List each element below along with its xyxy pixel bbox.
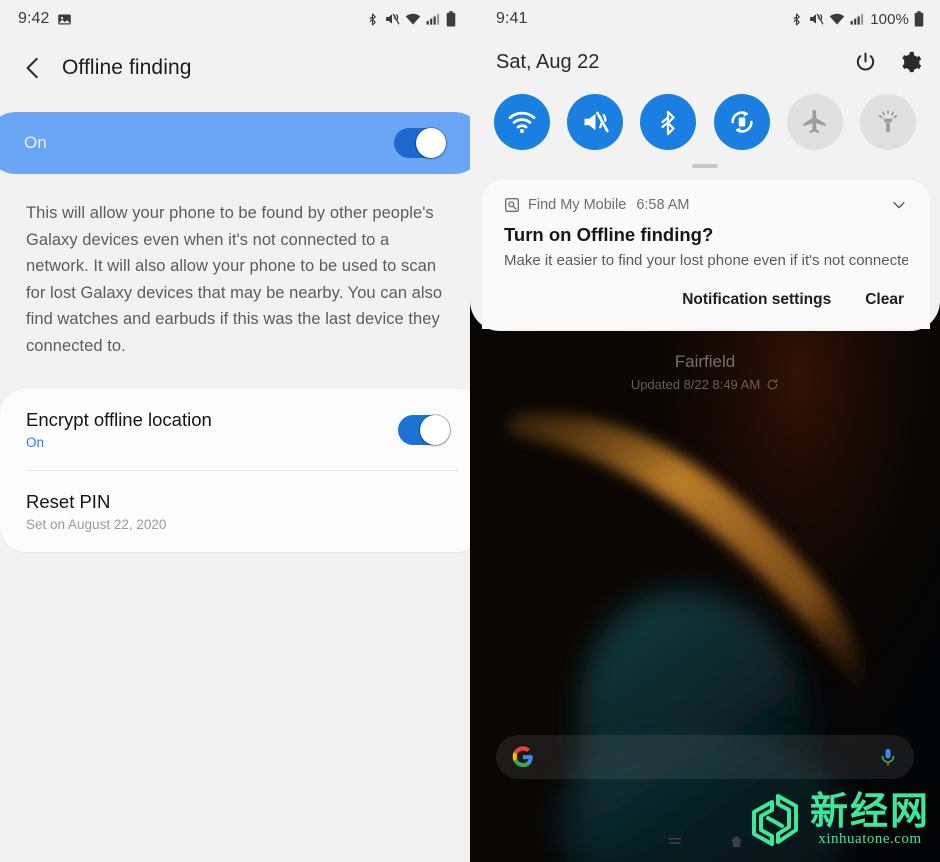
wifi-icon — [508, 111, 536, 134]
image-icon — [57, 14, 71, 24]
weather-updated: Updated 8/22 8:49 AM — [631, 377, 779, 392]
quick-settings-panel: 9:41 100% Sat, Aug 22 Find My Mobile 6:5… — [470, 0, 940, 331]
date-label: Sat, Aug 22 — [496, 50, 600, 73]
wifi-icon — [830, 13, 845, 25]
quick-toggle-airplane-mode[interactable] — [786, 94, 843, 150]
signal-icon — [426, 14, 440, 25]
find-my-mobile-icon — [505, 198, 519, 212]
signal-icon — [850, 14, 864, 25]
quick-toggle-sound-mute[interactable] — [567, 94, 624, 150]
google-search-bar[interactable] — [496, 735, 914, 779]
mute-vibrate-icon — [810, 13, 824, 25]
watermark-text: 新经网 xinhuatone.com — [810, 791, 930, 848]
rotate-icon — [730, 111, 753, 133]
back-arrow-icon[interactable] — [20, 55, 46, 81]
notification-find-my-mobile[interactable]: Find My Mobile 6:58 AM Turn on Offline f… — [482, 196, 930, 269]
battery-percent-label: 100% — [870, 10, 909, 28]
switch-knob — [416, 128, 446, 158]
home-icon[interactable] — [729, 834, 744, 849]
wifi-icon — [405, 13, 421, 25]
setting-subtitle: Set on August 22, 2020 — [26, 517, 167, 532]
notification-sheet: Find My Mobile 6:58 AM Turn on Offline f… — [482, 180, 930, 329]
notification-time: 6:58 AM — [636, 197, 690, 213]
offline-finding-description: This will allow your phone to be found b… — [26, 204, 443, 355]
weather-widget[interactable]: Fairfield Updated 8/22 8:49 AM — [470, 352, 940, 394]
setting-title: Reset PIN — [26, 491, 111, 512]
watermark-logo-icon — [751, 793, 798, 846]
quick-toggle-flashlight[interactable] — [859, 94, 916, 150]
refresh-icon[interactable] — [766, 378, 779, 391]
quick-settings-header: Sat, Aug 22 — [470, 38, 940, 86]
notification-title: Turn on Offline finding? — [504, 224, 714, 245]
gear-icon[interactable] — [899, 51, 922, 74]
airplane-icon — [803, 110, 826, 134]
row-text: Reset PIN Set on August 22, 2020 — [26, 491, 166, 532]
master-toggle-label: On — [24, 133, 47, 152]
encrypt-offline-location-switch[interactable] — [398, 414, 450, 445]
offline-finding-master-toggle-banner[interactable]: On — [0, 112, 470, 174]
status-bar-left: 9:42 — [18, 10, 72, 28]
setting-row-encrypt-offline-location[interactable]: Encrypt offline location On — [0, 389, 470, 470]
header-icons — [854, 51, 922, 74]
quick-toggle-row — [470, 86, 940, 150]
chevron-down-icon[interactable] — [890, 196, 908, 214]
google-g-icon[interactable] — [512, 746, 534, 768]
switch-knob — [420, 414, 450, 445]
setting-row-reset-pin[interactable]: Reset PIN Set on August 22, 2020 — [0, 471, 470, 552]
battery-icon — [446, 11, 456, 27]
weather-updated-label: Updated 8/22 8:49 AM — [630, 377, 761, 392]
clear-button[interactable]: Clear — [865, 291, 904, 309]
notification-app-name: Find My Mobile — [528, 197, 627, 213]
recents-icon[interactable] — [666, 833, 683, 850]
left-phone-settings-screen: 9:42 Offline finding On This will allow … — [0, 0, 470, 862]
weather-city: Fairfield — [674, 352, 736, 371]
power-icon[interactable] — [854, 51, 877, 74]
setting-subtitle: On — [26, 435, 45, 450]
notification-action-row: Notification settings Clear — [482, 269, 930, 329]
watermark-domain: xinhuatone.com — [818, 831, 922, 847]
bluetooth-icon — [793, 13, 801, 25]
right-status-bar: 9:41 100% — [470, 0, 940, 38]
panel-drag-handle[interactable] — [692, 164, 718, 168]
app-bar: Offline finding — [0, 38, 470, 98]
quick-toggle-auto-rotate[interactable] — [713, 94, 770, 150]
battery-icon — [914, 11, 924, 27]
dual-screenshot: 9:42 Offline finding On This will allow … — [0, 0, 940, 862]
status-bar-right — [366, 11, 456, 28]
settings-card: Encrypt offline location On Reset PIN Se… — [0, 389, 470, 552]
microphone-icon[interactable] — [878, 747, 898, 767]
bluetooth-icon — [369, 13, 376, 25]
watermark: 新经网 xinhuatone.com — [748, 791, 930, 848]
status-bar-clock: 9:41 — [496, 10, 528, 27]
mute-vibrate-icon — [584, 111, 609, 133]
quick-toggle-bluetooth[interactable] — [640, 94, 697, 150]
quick-toggle-wifi[interactable] — [494, 94, 550, 150]
page-title: Offline finding — [62, 56, 192, 79]
setting-title: Encrypt offline location — [26, 409, 212, 430]
notification-settings-button[interactable]: Notification settings — [682, 291, 831, 309]
status-bar-right: 100% — [790, 11, 924, 28]
right-phone-quick-panel-screen: 9:41 100% Sat, Aug 22 Find My Mobile 6:5… — [470, 0, 940, 862]
status-bar-clock: 9:42 — [18, 10, 50, 27]
flashlight-icon — [878, 109, 898, 133]
mute-vibrate-icon — [386, 13, 400, 25]
watermark-chinese: 新经网 — [809, 789, 930, 833]
notification-header: Find My Mobile 6:58 AM — [504, 196, 908, 214]
bluetooth-icon — [661, 110, 675, 136]
master-toggle-switch[interactable] — [394, 128, 446, 158]
notification-body: Make it easier to find your lost phone e… — [504, 252, 908, 269]
left-status-bar: 9:42 — [0, 0, 470, 38]
row-text: Encrypt offline location On — [26, 409, 212, 450]
